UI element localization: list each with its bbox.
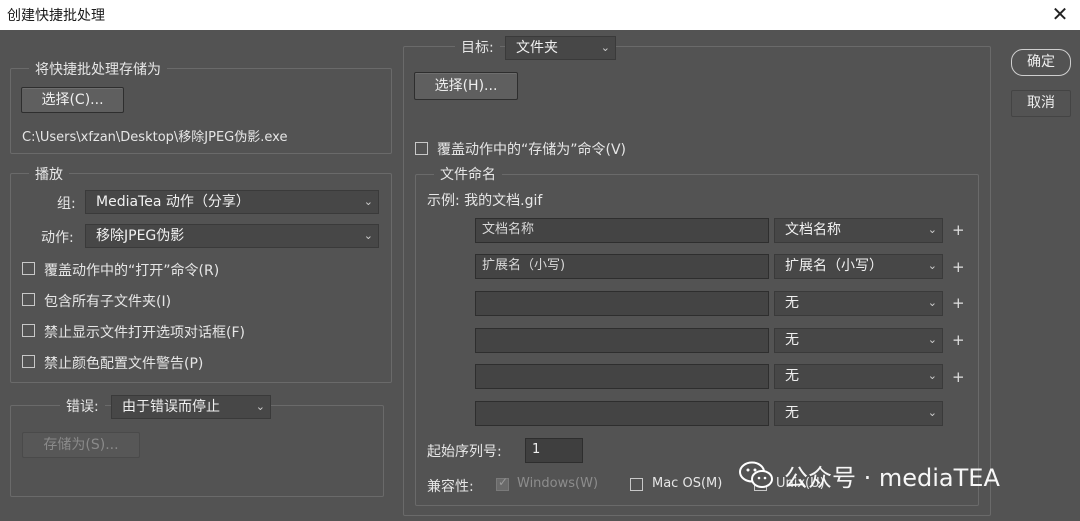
error-select-value: 由于错误而停止 — [122, 399, 220, 415]
title-bar: 创建快捷批处理 ✕ — [0, 0, 1080, 30]
close-icon[interactable]: ✕ — [1048, 2, 1072, 26]
action-select[interactable]: 移除JPEG伪影 ⌄ — [85, 224, 379, 248]
naming-select-3-value: 无 — [785, 295, 799, 311]
target-select[interactable]: 文件夹 ⌄ — [505, 36, 616, 60]
naming-example: 示例: 我的文档.gif — [427, 193, 543, 209]
naming-field-4[interactable] — [475, 328, 769, 353]
error-label: 错误: — [60, 396, 105, 416]
include-subfolders-checkbox[interactable] — [22, 293, 35, 306]
save-path-text: C:\Users\xfzan\Desktop\移除JPEG伪影.exe — [22, 130, 288, 145]
watermark-text: 公众号 · mediaTEA — [784, 464, 1000, 492]
error-save-as-button[interactable]: 存储为(S)... — [22, 432, 140, 458]
target-label: 目标: — [455, 37, 500, 57]
override-save-as-checkbox[interactable] — [415, 142, 428, 155]
chevron-down-icon: ⌄ — [927, 259, 937, 272]
ok-button[interactable]: 确定 — [1011, 49, 1071, 76]
override-open-checkbox[interactable] — [22, 262, 35, 275]
naming-select-5-value: 无 — [785, 368, 799, 384]
include-subfolders-label: 包含所有子文件夹(I) — [44, 294, 172, 310]
suppress-color-warning-label: 禁止颜色配置文件警告(P) — [44, 356, 204, 372]
suppress-open-options-label: 禁止显示文件打开选项对话框(F) — [44, 325, 245, 341]
naming-field-5[interactable] — [475, 364, 769, 389]
naming-select-5[interactable]: 无 ⌄ — [774, 364, 943, 389]
chevron-down-icon: ⌄ — [927, 223, 937, 236]
cancel-button[interactable]: 取消 — [1011, 90, 1071, 117]
suppress-open-options-checkbox[interactable] — [22, 324, 35, 337]
naming-field-1[interactable]: 文档名称 — [475, 218, 769, 243]
compat-macos-checkbox[interactable] — [630, 478, 643, 491]
add-row-plus-icon[interactable]: + — [952, 258, 965, 276]
naming-select-4[interactable]: 无 ⌄ — [774, 328, 943, 353]
naming-field-3[interactable] — [475, 291, 769, 316]
error-select[interactable]: 由于错误而停止 ⌄ — [111, 395, 271, 419]
window-title: 创建快捷批处理 — [7, 8, 105, 24]
naming-select-3[interactable]: 无 ⌄ — [774, 291, 943, 316]
choose-destination-button[interactable]: 选择(H)... — [414, 72, 518, 100]
compat-windows-label: Windows(W) — [517, 476, 599, 491]
group-label: 组: — [57, 196, 76, 212]
naming-field-2[interactable]: 扩展名（小写) — [475, 254, 769, 279]
naming-select-1[interactable]: 文档名称 ⌄ — [774, 218, 943, 243]
action-select-value: 移除JPEG伪影 — [96, 228, 185, 244]
wechat-icon — [739, 461, 773, 488]
group-select[interactable]: MediaTea 动作（分享） ⌄ — [85, 190, 379, 214]
file-naming-legend: 文件命名 — [434, 164, 502, 184]
naming-select-4-value: 无 — [785, 332, 799, 348]
chevron-down-icon: ⌄ — [927, 369, 937, 382]
group-select-value: MediaTea 动作（分享） — [96, 194, 250, 210]
chevron-down-icon: ⌄ — [255, 400, 265, 413]
chevron-down-icon: ⌄ — [927, 406, 937, 419]
suppress-color-warning-checkbox[interactable] — [22, 355, 35, 368]
naming-select-2[interactable]: 扩展名（小写） ⌄ — [774, 254, 943, 279]
naming-field-6[interactable] — [475, 401, 769, 426]
chevron-down-icon: ⌄ — [927, 296, 937, 309]
target-select-value: 文件夹 — [516, 40, 558, 56]
compat-macos-label: Mac OS(M) — [652, 476, 723, 491]
chevron-down-icon: ⌄ — [363, 195, 373, 208]
choose-save-location-button[interactable]: 选择(C)... — [21, 87, 124, 113]
start-serial-label: 起始序列号: — [427, 444, 502, 460]
compatibility-label: 兼容性: — [427, 479, 474, 495]
chevron-down-icon: ⌄ — [363, 229, 373, 242]
add-row-plus-icon[interactable]: + — [952, 331, 965, 349]
add-row-plus-icon[interactable]: + — [952, 368, 965, 386]
naming-select-6-value: 无 — [785, 405, 799, 421]
naming-select-2-value: 扩展名（小写） — [785, 258, 883, 274]
save-as-legend: 将快捷批处理存储为 — [29, 59, 167, 79]
naming-select-1-value: 文档名称 — [785, 222, 841, 238]
add-row-plus-icon[interactable]: + — [952, 221, 965, 239]
compat-windows-checkbox[interactable] — [496, 475, 509, 491]
naming-select-6[interactable]: 无 ⌄ — [774, 401, 943, 426]
start-serial-input[interactable]: 1 — [525, 438, 583, 463]
override-open-label: 覆盖动作中的“打开”命令(R) — [44, 263, 220, 279]
chevron-down-icon: ⌄ — [927, 333, 937, 346]
override-save-as-label: 覆盖动作中的“存储为”命令(V) — [437, 142, 627, 158]
action-label: 动作: — [41, 230, 74, 246]
chevron-down-icon: ⌄ — [600, 41, 610, 54]
play-legend: 播放 — [29, 164, 69, 184]
add-row-plus-icon[interactable]: + — [952, 294, 965, 312]
